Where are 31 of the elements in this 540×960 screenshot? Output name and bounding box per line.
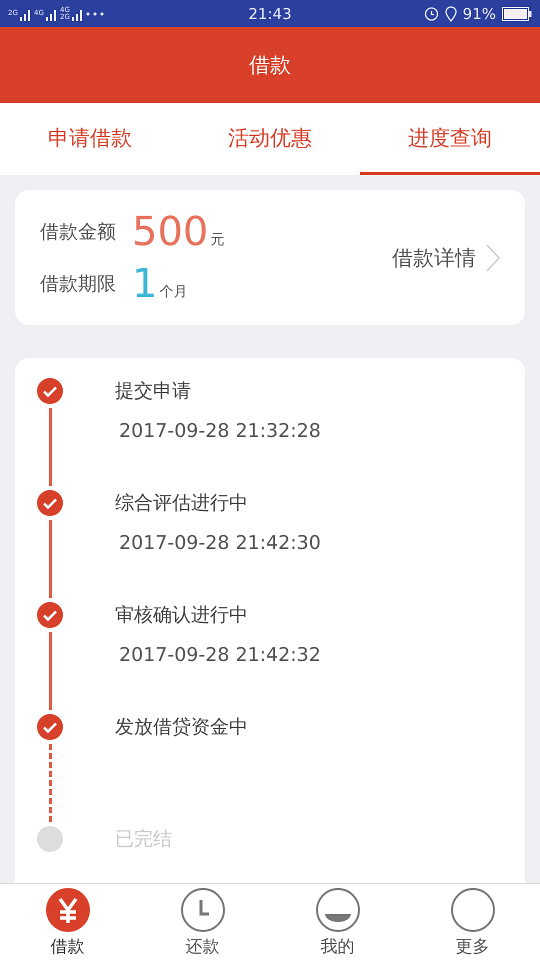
- step-time: 2017-09-28 21:32:28: [119, 420, 321, 442]
- nav-tab[interactable]: 更多: [405, 884, 540, 960]
- battery-percent: 91%: [462, 4, 496, 22]
- header-title: 借款: [0, 27, 540, 103]
- term-label: 借款期限: [40, 272, 116, 296]
- step-title: 提交申请: [115, 379, 192, 404]
- step-title: 综合评估进行中: [115, 491, 249, 516]
- nav-tab[interactable]: 我的: [270, 884, 405, 960]
- step-title: 发放借贷资金中: [115, 715, 248, 740]
- nav-tab[interactable]: 还款: [135, 884, 270, 960]
- amount-value: 500: [132, 208, 208, 254]
- amount-unit: 元: [210, 230, 224, 250]
- term-unit: 个月: [159, 282, 188, 302]
- clock-icon: [180, 886, 226, 932]
- location-icon: [444, 6, 457, 22]
- tab[interactable]: 活动优惠: [180, 103, 360, 175]
- status-time: 21:43: [247, 4, 293, 22]
- battery-icon: [502, 6, 532, 20]
- more-dots-icon: [86, 12, 106, 16]
- nav-tab[interactable]: 借款: [0, 884, 135, 960]
- step-time: 2017-09-28 21:42:30: [119, 532, 321, 554]
- tab[interactable]: 申请借款: [0, 103, 180, 175]
- step-title: 审核确认进行中: [115, 603, 249, 628]
- loan-details-link[interactable]: 借款详情: [392, 244, 500, 272]
- yen-icon: [44, 886, 90, 932]
- step-time: 2017-09-28 21:42:32: [119, 644, 321, 666]
- alarm-icon: [424, 6, 439, 21]
- chevron-right-icon: [486, 244, 500, 272]
- tab[interactable]: 进度查询: [360, 103, 540, 175]
- term-value: 1: [132, 260, 158, 306]
- amount-label: 借款金额: [40, 220, 116, 244]
